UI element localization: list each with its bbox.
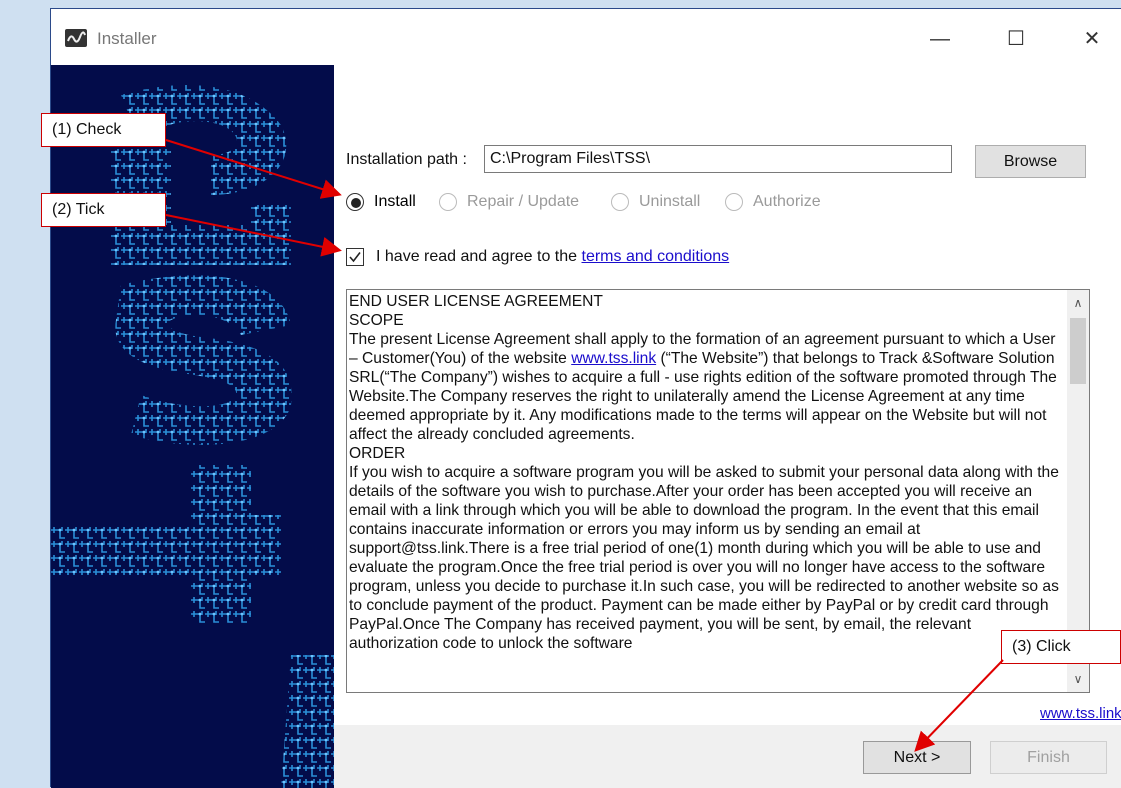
annotation-arrows bbox=[165, 139, 1004, 752]
arrow-to-install-radio bbox=[165, 139, 342, 199]
arrow-to-next-button bbox=[914, 659, 1004, 752]
arrow-to-agree-checkbox bbox=[165, 214, 342, 257]
